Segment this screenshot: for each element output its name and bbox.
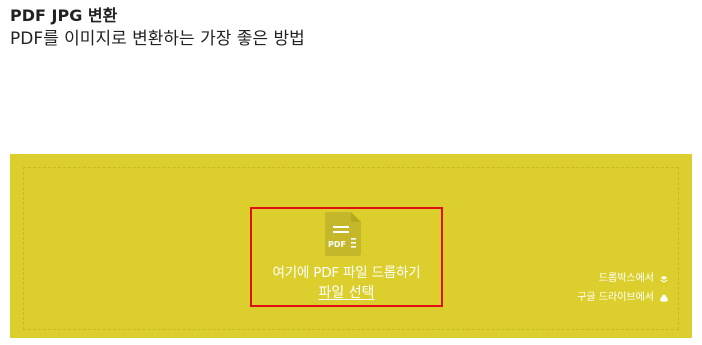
google-drive-icon [660,294,668,302]
page: PDF JPG 변환 PDF를 이미지로 변환하는 가장 좋은 방법 PDF 여… [0,0,702,345]
page-title: PDF JPG 변환 [10,6,118,25]
google-drive-link[interactable]: 구글 드라이브에서 [577,291,668,305]
cloud-source-links: 드롭박스에서 구글 드라이브에서 [577,272,668,310]
dropbox-icon [660,275,668,283]
drop-target-highlight[interactable]: PDF 여기에 PDF 파일 드롭하기 파일 선택 [250,207,443,307]
page-subtitle: PDF를 이미지로 변환하는 가장 좋은 방법 [10,29,305,49]
dropbox-link[interactable]: 드롭박스에서 [577,272,668,286]
pdf-file-icon: PDF [325,212,361,256]
pdf-icon-label: PDF [328,240,346,249]
select-file-link[interactable]: 파일 선택 [319,285,375,301]
google-drive-link-label: 구글 드라이브에서 [577,292,654,303]
dropbox-link-label: 드롭박스에서 [598,273,654,284]
file-drop-zone[interactable]: PDF 여기에 PDF 파일 드롭하기 파일 선택 드롭박스에서 구글 드라이브… [10,154,692,338]
select-file-link-wrapper: 파일 선택 [252,282,441,302]
header: PDF JPG 변환 PDF를 이미지로 변환하는 가장 좋은 방법 [10,6,305,50]
drop-instruction-text: 여기에 PDF 파일 드롭하기 [272,265,421,281]
